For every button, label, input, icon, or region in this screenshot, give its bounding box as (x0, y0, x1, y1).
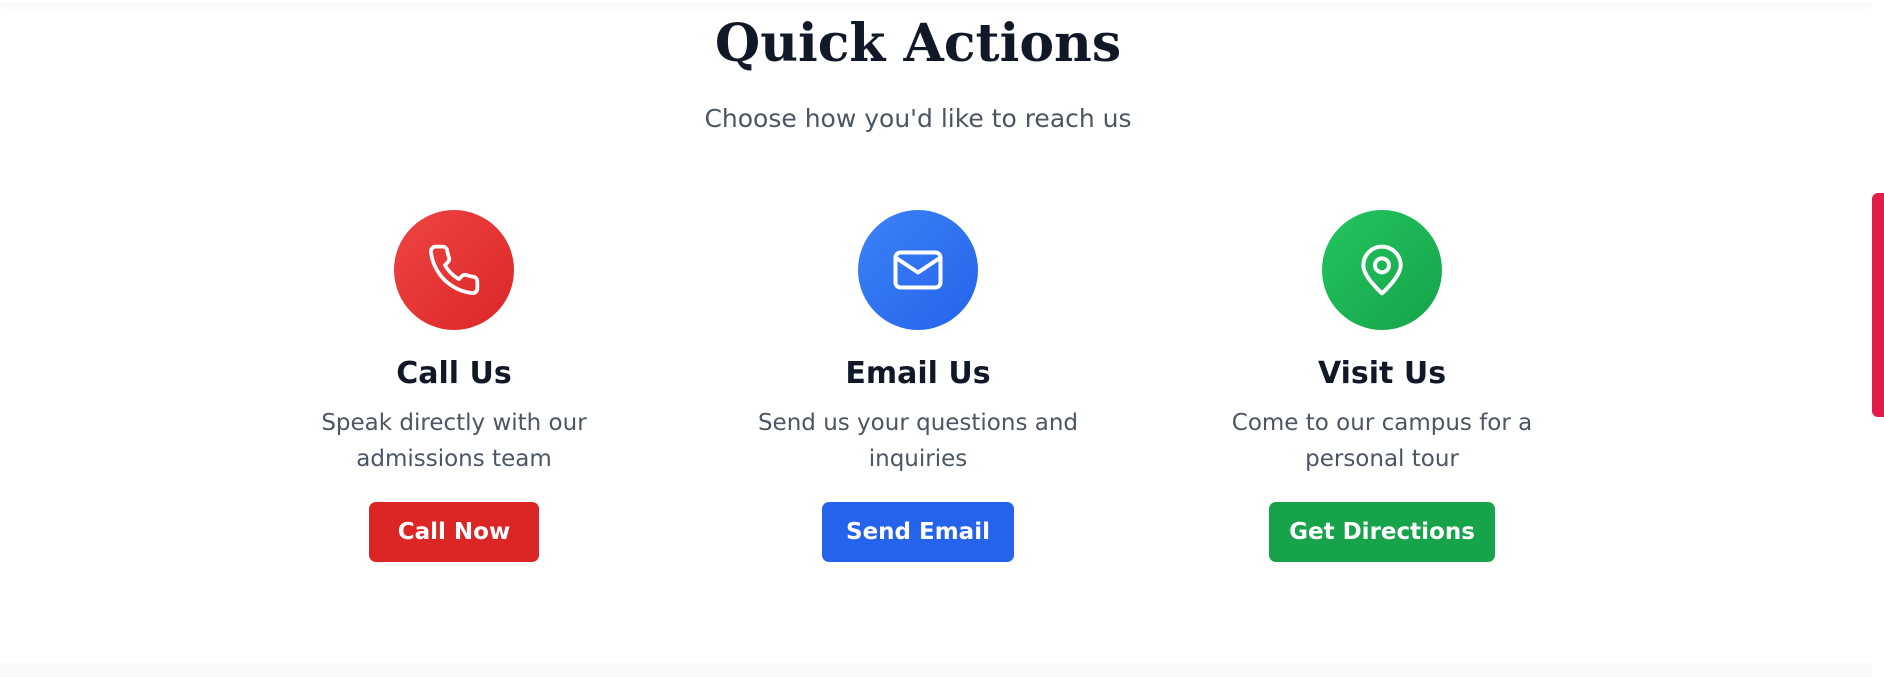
page: Quick Actions Choose how you'd like to r… (0, 0, 1884, 677)
email-card-description: Send us your questions and inquiries (757, 410, 1079, 472)
call-card: Call Us Speak directly with our admissio… (244, 210, 664, 562)
phone-icon (429, 244, 480, 296)
email-card-title: Email Us (845, 356, 991, 391)
map-pin-icon-circle (1322, 210, 1442, 330)
visit-card-title: Visit Us (1317, 356, 1447, 391)
scrollbar-track[interactable] (1872, 0, 1884, 677)
mail-icon-circle (858, 210, 978, 330)
visit-card-description: Come to our campus for a personal tour (1231, 410, 1533, 472)
email-card: Email Us Send us your questions and inqu… (708, 210, 1128, 562)
call-card-title: Call Us (396, 356, 512, 391)
next-section-edge (0, 663, 1872, 677)
call-card-description: Speak directly with our admissions team (321, 410, 587, 472)
section-title: Quick Actions (714, 13, 1122, 74)
map-pin-icon (1361, 244, 1403, 296)
send-email-button[interactable]: Send Email (822, 502, 1014, 562)
phone-icon-circle (394, 210, 514, 330)
call-now-button[interactable]: Call Now (369, 502, 539, 562)
visit-card: Visit Us Come to our campus for a person… (1172, 210, 1592, 562)
get-directions-button[interactable]: Get Directions (1269, 502, 1495, 562)
mail-icon (893, 250, 943, 290)
header-shadow (0, 0, 1872, 2)
scrollbar-thumb[interactable] (1872, 193, 1884, 417)
section-subtitle: Choose how you'd like to reach us (704, 104, 1132, 133)
